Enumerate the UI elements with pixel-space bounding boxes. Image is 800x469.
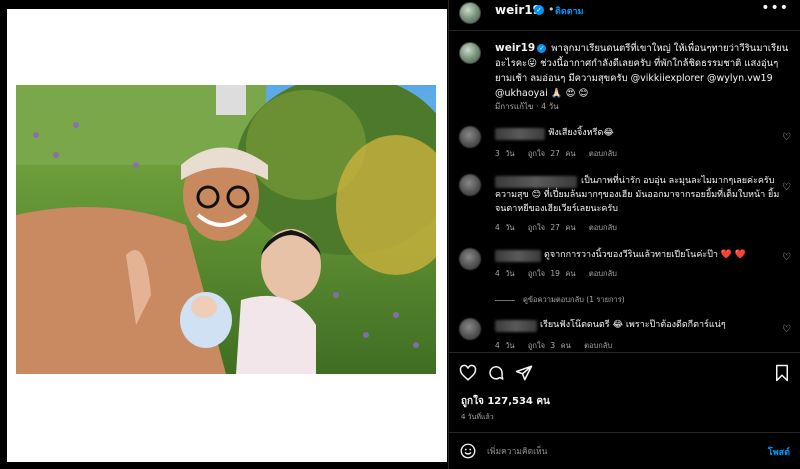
redacted-username <box>495 320 537 332</box>
comment-likes[interactable]: ถูกใจ 27 คน <box>528 223 576 232</box>
caption-username[interactable]: weir19 <box>495 42 535 54</box>
comment-icon[interactable] <box>487 364 505 382</box>
post-photo[interactable] <box>16 85 436 374</box>
reply-button[interactable]: ตอบกลับ <box>589 149 617 158</box>
comment-likes[interactable]: ถูกใจ 27 คน <box>528 149 576 158</box>
comment-meta: 4 วัน ถูกใจ 3 คน ตอบกลับ <box>495 340 620 352</box>
verified-badge-icon: ✓ <box>537 44 547 53</box>
commenter-avatar[interactable] <box>459 248 481 270</box>
bookmark-icon[interactable] <box>773 364 791 382</box>
post-timestamp: 4 วันที่แล้ว <box>461 413 494 421</box>
comment-time: 4 วัน <box>495 223 515 232</box>
post-comment-button[interactable]: โพสต์ <box>768 445 790 459</box>
author-avatar[interactable] <box>459 2 481 24</box>
commenter-avatar[interactable] <box>459 126 481 148</box>
redacted-username <box>495 128 545 140</box>
media-frame <box>7 9 447 462</box>
more-options-icon[interactable]: ••• <box>761 0 789 16</box>
comment-text: ดูจากการวางนิ้วของวีรินแล้วทายเปียโนค่ะป… <box>544 250 747 260</box>
comment-time: 4 วัน <box>495 341 515 350</box>
verified-badge-icon: ✓ <box>534 5 544 15</box>
likes-count[interactable]: ถูกใจ 127,534 คน <box>461 394 550 409</box>
follow-button[interactable]: ติดตาม <box>555 4 584 18</box>
heart-icon[interactable] <box>459 364 477 382</box>
comment-likes[interactable]: ถูกใจ 19 คน <box>528 269 576 278</box>
commenter-avatar[interactable] <box>459 318 481 340</box>
comment-input[interactable] <box>487 444 747 460</box>
view-replies-button[interactable]: ดูข้อความตอบกลับ (1 รายการ) <box>495 294 625 306</box>
media-pane <box>0 0 447 469</box>
divider <box>449 352 800 353</box>
comment-meta: 4 วัน ถูกใจ 27 คน ตอบกลับ <box>495 222 625 234</box>
comment-meta: 4 วัน ถูกใจ 19 คน ตอบกลับ <box>495 268 625 280</box>
photo-illustration <box>16 85 436 374</box>
commenter-avatar[interactable] <box>459 174 481 196</box>
emoji-icon[interactable] <box>459 442 477 460</box>
separator-dot: • <box>548 3 555 16</box>
comment-like-heart-icon[interactable]: ♡ <box>782 182 791 193</box>
post-caption: weir19 ✓ พาลูกมาเรียนดนตรีที่เขาใหญ่ ให้เ… <box>495 41 795 101</box>
redacted-username <box>495 250 541 262</box>
comment-like-heart-icon[interactable]: ♡ <box>782 132 791 143</box>
comment-likes[interactable]: ถูกใจ 3 คน <box>528 341 571 350</box>
reply-button[interactable]: ตอบกลับ <box>589 223 617 232</box>
comment-text: เรียนฟังโน๊ตดนตรี 😂 เพราะป๊าต้องดีดกีตาร… <box>540 320 726 330</box>
replies-line <box>495 299 515 301</box>
caption-avatar[interactable] <box>459 42 481 64</box>
comment-like-heart-icon[interactable]: ♡ <box>782 324 791 335</box>
reply-button[interactable]: ตอบกลับ <box>589 269 617 278</box>
caption-meta: มีการแก้ไข · 4 วัน <box>495 102 559 111</box>
comment-time: 4 วัน <box>495 269 515 278</box>
post-side-panel: weir19 ✓ • ติดตาม ••• weir19 ✓ พาลูกมาเรี… <box>448 0 800 469</box>
view-replies-label: ดูข้อความตอบกลับ (1 รายการ) <box>523 295 625 304</box>
comment-time: 3 วัน <box>495 149 515 158</box>
post-header: weir19 ✓ • ติดตาม ••• <box>449 0 800 26</box>
divider <box>449 432 800 433</box>
comment-text: เป็นภาพที่น่ารัก อบอุ่น ละมุนละไมมากๆเลย… <box>495 176 780 214</box>
divider <box>449 30 800 31</box>
comment-like-heart-icon[interactable]: ♡ <box>782 252 791 263</box>
comment-meta: 3 วัน ถูกใจ 27 คน ตอบกลับ <box>495 148 625 160</box>
comment-text: ฟังเสียงจิ้งหรีด😂 <box>548 128 614 138</box>
reply-button[interactable]: ตอบกลับ <box>584 341 612 350</box>
share-icon[interactable] <box>515 364 533 382</box>
